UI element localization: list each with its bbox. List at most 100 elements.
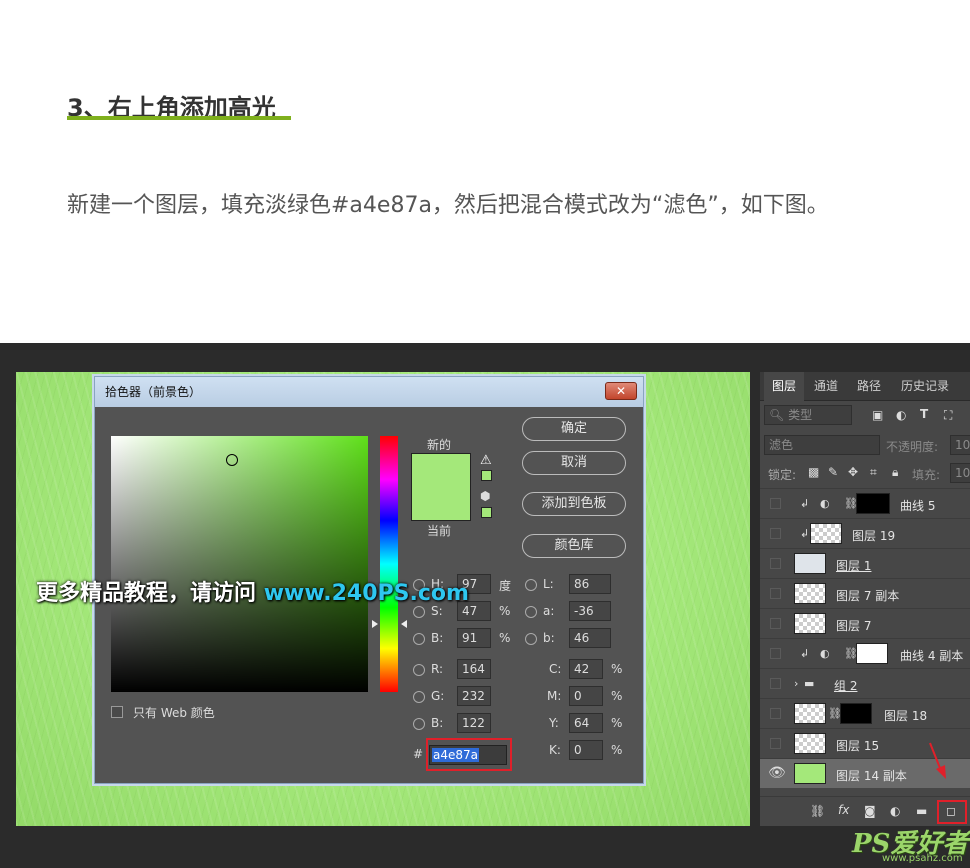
layer-row[interactable]: ↲ ◐ ⛓ 曲线 5 [760,488,970,518]
image-filter-icon[interactable]: ▣ [872,408,883,422]
layer-mask-thumb [840,703,872,724]
lock-position-icon[interactable]: ✥ [848,465,858,479]
color-picker-marker[interactable] [226,454,238,466]
shape-filter-icon[interactable]: ⛶ [944,408,952,423]
visibility-toggle[interactable] [770,498,781,509]
layer-row[interactable]: 图层 7 [760,608,970,638]
adjustment-filter-icon[interactable]: ◐ [896,408,906,422]
layer-thumb [794,613,826,634]
blue-input[interactable]: 122 [457,713,491,733]
color-libraries-button[interactable]: 颜色库 [522,534,626,558]
fill-input[interactable]: 100 [950,463,970,483]
current-color-swatch[interactable] [411,487,471,521]
lab-l-radio[interactable] [525,579,537,591]
web-colors-checkbox[interactable] [111,706,123,718]
hue-slider-handle-right[interactable] [401,620,407,628]
lab-a-input[interactable]: -36 [569,601,611,621]
layer-name: 图层 14 副本 [836,769,907,783]
blue-label: B: [431,716,444,730]
cancel-button[interactable]: 取消 [522,451,626,475]
layer-row[interactable]: ⛓ 图层 18 [760,698,970,728]
lab-b-input[interactable]: 46 [569,628,611,648]
lab-l-input[interactable]: 86 [569,574,611,594]
c-input[interactable]: 42 [569,659,603,679]
b-unit: % [499,631,511,645]
b-input[interactable]: 91 [457,628,491,648]
watermark-url: www.240PS.com [263,581,469,606]
tab-channels[interactable]: 通道 [806,372,846,401]
logo-url: www.psahz.com [882,853,963,864]
chevron-right-icon[interactable]: › [794,677,798,690]
y-input[interactable]: 64 [569,713,603,733]
g-label: G: [431,689,445,703]
opacity-input[interactable]: 100 [950,435,970,455]
layer-row[interactable]: ↲ ◐ ⛓ 曲线 4 副本 [760,638,970,668]
link-layers-icon[interactable]: ⛓ [810,804,825,818]
visibility-toggle[interactable] [770,618,781,629]
r-input[interactable]: 164 [457,659,491,679]
layer-row[interactable]: › ▬ 组 2 [760,668,970,698]
lock-artboard-icon[interactable]: ⌗ [870,465,877,480]
eye-icon[interactable]: 👁︎ [768,765,786,781]
visibility-toggle[interactable] [770,738,781,749]
layers-bottom-toolbar: ⛓ fx ◙ ◐ ▬ ◻ [760,796,970,826]
add-mask-icon[interactable]: ◙ [864,804,876,818]
ok-button[interactable]: 确定 [522,417,626,441]
lab-a-radio[interactable] [525,606,537,618]
layer-row[interactable]: ↲ 图层 19 [760,518,970,548]
tab-history[interactable]: 历史记录 [894,372,956,401]
hex-value-selected: a4e87a [432,748,479,762]
visibility-toggle[interactable] [770,588,781,599]
visibility-toggle[interactable] [770,648,781,659]
r-radio[interactable] [413,664,425,676]
lock-label: 锁定: [768,468,797,482]
blend-mode-select[interactable]: 滤色 [764,435,880,455]
visibility-toggle[interactable] [770,678,781,689]
blue-radio[interactable] [413,718,425,730]
red-arrow-icon [929,742,946,779]
m-label: M: [547,689,562,703]
layer-filter-select[interactable]: 🔍︎ 类型 [764,405,852,425]
opacity-label: 不透明度: [886,440,939,454]
hue-slider-handle-left[interactable] [372,620,378,628]
lab-b-radio[interactable] [525,633,537,645]
visibility-toggle[interactable] [770,558,781,569]
visibility-toggle[interactable] [770,708,781,719]
g-radio[interactable] [413,691,425,703]
web-safe-swatch[interactable] [481,507,492,518]
tab-layers[interactable]: 图层 [764,372,804,401]
tab-paths[interactable]: 路径 [848,372,890,401]
hex-label: # [413,747,424,761]
s-radio[interactable] [413,606,425,618]
visibility-toggle[interactable] [770,528,781,539]
lock-all-icon[interactable]: 🔒︎ [892,465,898,480]
layer-thumb [794,583,826,604]
web-safe-cube-icon[interactable]: ⬢ [480,489,490,503]
layer-row[interactable]: 图层 7 副本 [760,578,970,608]
clip-arrow-icon: ↲ [800,527,810,540]
m-unit: % [611,689,623,703]
site-watermark: 更多精品教程，请访问 www.240PS.com [36,575,469,607]
g-input[interactable]: 232 [457,686,491,706]
layer-name: 曲线 5 [900,499,936,513]
saturation-brightness-field[interactable] [111,436,368,692]
lock-image-icon[interactable]: ✎ [828,465,838,479]
k-input[interactable]: 0 [569,740,603,760]
fx-icon[interactable]: fx [838,803,849,817]
folder-icon: ▬ [804,677,815,690]
layer-row[interactable]: 图层 1 [760,548,970,578]
hue-slider[interactable] [380,436,398,692]
add-to-swatches-button[interactable]: 添加到色板 [522,492,626,516]
lock-transparent-icon[interactable]: ▩ [808,465,819,479]
type-filter-icon[interactable]: T [920,407,928,421]
k-label: K: [549,743,561,757]
m-input[interactable]: 0 [569,686,603,706]
layer-name: 图层 1 [836,559,872,573]
close-button[interactable]: ✕ [605,382,637,400]
group-folder-icon[interactable]: ▬ [916,804,927,818]
b-radio[interactable] [413,633,425,645]
hex-input[interactable]: a4e87a [429,745,507,765]
gamut-swatch[interactable] [481,470,492,481]
adjustment-layer-icon[interactable]: ◐ [890,804,900,818]
out-of-gamut-warning-icon[interactable]: ⚠ [480,453,492,468]
